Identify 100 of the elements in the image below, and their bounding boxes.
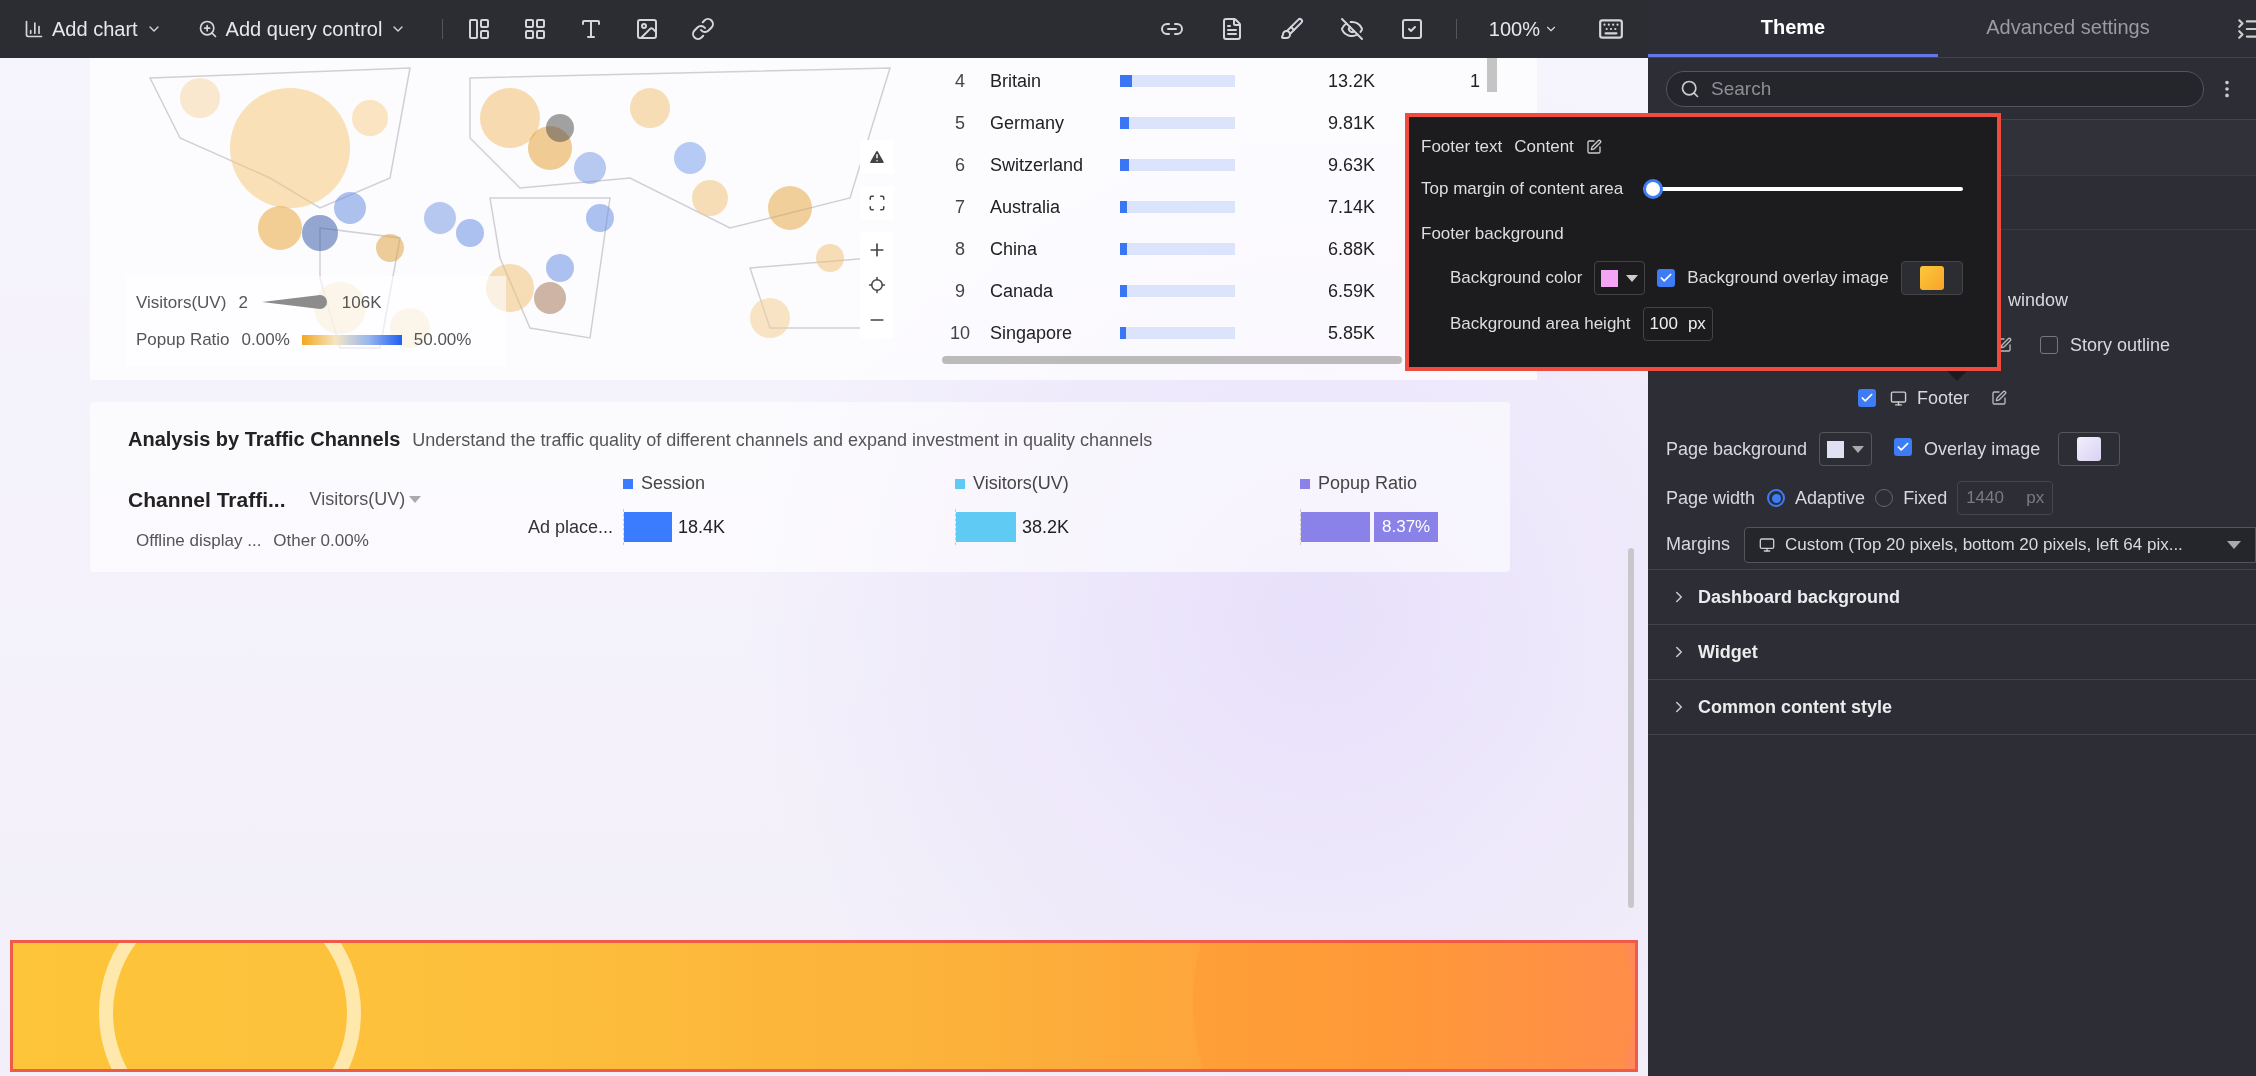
- checkbox[interactable]: [1657, 269, 1676, 287]
- pie-label: Offline display ...: [136, 529, 262, 552]
- checkbox[interactable]: [2040, 336, 2058, 354]
- toolbar-menu-button[interactable]: Add chart: [24, 14, 162, 44]
- value-cell-text: 9.63K: [1326, 153, 1375, 177]
- value-cell-text: 7.14K: [1326, 195, 1375, 219]
- slider-track[interactable]: [1643, 179, 1964, 199]
- image-icon[interactable]: [635, 17, 660, 41]
- height-input[interactable]: 100 px: [1642, 307, 1713, 341]
- value-cell-text: 6.59K: [1326, 279, 1375, 303]
- color-picker[interactable]: [1594, 261, 1646, 295]
- field-label: Footer text: [1421, 136, 1503, 159]
- rank-cell-text: 8: [954, 237, 966, 261]
- metric-dropdown[interactable]: Visitors(UV): [309, 486, 422, 514]
- keyboard-icon[interactable]: [1598, 16, 1624, 42]
- legend-label: Visitors(UV): [136, 291, 227, 314]
- country-cell-text: China: [990, 237, 1039, 261]
- rank-cell-text: 4: [954, 69, 966, 93]
- field-label: Margins: [1666, 533, 1731, 556]
- collapse-panel-icon[interactable]: [2236, 16, 2256, 42]
- caret-icon: [2227, 540, 2241, 549]
- panel-tab[interactable]: Theme: [1648, 0, 1938, 57]
- checkmark-icon: [1659, 271, 1674, 285]
- radio-label: Adaptive: [1795, 486, 1866, 510]
- field-label: Top margin of content area: [1421, 178, 1624, 201]
- field-label: Background color: [1450, 267, 1583, 290]
- legend-label: Popup Ratio: [136, 329, 230, 351]
- section-header[interactable]: Dashboard background: [1648, 570, 2256, 625]
- section-header[interactable]: Common content style: [1648, 680, 2256, 735]
- link-icon[interactable]: [691, 17, 716, 41]
- value-cell-text: 9.81K: [1326, 111, 1375, 135]
- radio-label: Fixed: [1903, 486, 1948, 510]
- caret-icon: [1626, 274, 1639, 282]
- legend-value: 50.00%: [413, 329, 472, 351]
- rank-cell-text: 10: [949, 321, 971, 345]
- checkmark-icon: [1860, 391, 1874, 405]
- table-cell-text: 1: [1470, 69, 1480, 93]
- zoom-in-icon: [197, 19, 218, 39]
- toolbar-menu-button[interactable]: Add query control: [197, 14, 407, 44]
- legend-label: Popup Ratio: [1318, 472, 1418, 495]
- monitor-icon: [1890, 389, 1907, 407]
- checkbox-label: Background overlay image: [1687, 267, 1889, 290]
- edit-icon[interactable]: [1991, 390, 2008, 406]
- bar-chart-icon: [24, 19, 44, 39]
- checkbox-label: Footer: [1917, 386, 1970, 410]
- brush-icon[interactable]: [1279, 17, 1304, 41]
- group-label: Footer background: [1421, 223, 1565, 246]
- caret-icon: [1852, 445, 1865, 453]
- bar-value: 18.4K: [678, 515, 726, 539]
- layout-icon[interactable]: [467, 17, 492, 41]
- country-cell-text: Britain: [990, 69, 1043, 93]
- section-subtitle: Understand the traffic quality of different channels and expand investment in quality channels: [412, 429, 1153, 452]
- country-cell-text: Australia: [990, 195, 1062, 219]
- field-label: Page width: [1666, 486, 1756, 510]
- image-thumbnail[interactable]: [1900, 261, 1963, 295]
- value-cell-text: 5.85K: [1326, 321, 1375, 345]
- chart-title: Channel Traffi...: [128, 487, 286, 513]
- country-cell-text: Canada: [990, 279, 1055, 303]
- zoom-dropdown[interactable]: 100%: [1488, 14, 1558, 44]
- legend-value: 2: [238, 291, 248, 314]
- option-label: window: [2008, 289, 2069, 312]
- bar-value: 38.2K: [1022, 515, 1070, 539]
- field-label: Background area height: [1450, 313, 1631, 336]
- legend-value: 106K: [341, 291, 382, 314]
- rank-cell-text: 5: [954, 111, 966, 135]
- margins-dropdown[interactable]: Custom (Top 20 pixels, bottom 20 pixels, left 64 pix...: [1744, 526, 2256, 563]
- country-cell-text: Germany: [990, 111, 1066, 135]
- slider-thumb[interactable]: [1643, 179, 1664, 199]
- value-cell-text: 13.2K: [1326, 69, 1375, 93]
- legend-label: Visitors(UV): [973, 472, 1069, 495]
- checkbox[interactable]: [1858, 389, 1876, 407]
- eye-off-icon[interactable]: [1339, 17, 1364, 41]
- legend-value: 0.00%: [241, 329, 290, 351]
- checkbox-label: Story outline: [2070, 333, 2171, 357]
- value-cell-text: 6.88K: [1326, 237, 1375, 261]
- locate-icon[interactable]: [868, 276, 886, 294]
- checkbox-label: Overlay image: [1924, 437, 2041, 461]
- checkbox-icon[interactable]: [1399, 17, 1424, 41]
- search-icon: [1680, 78, 1700, 99]
- rank-cell-text: 6: [954, 153, 966, 177]
- color-picker[interactable]: [1819, 432, 1873, 466]
- panel-tab[interactable]: Advanced settings: [1938, 0, 2198, 57]
- rank-cell-text: 7: [954, 195, 966, 219]
- pie-label: Other 0.00%: [273, 529, 369, 552]
- image-thumbnail[interactable]: [2058, 432, 2121, 466]
- section-title: Analysis by Traffic Channels: [128, 427, 401, 452]
- checkmark-icon: [1896, 440, 1911, 454]
- search-field[interactable]: Search: [1666, 70, 2204, 107]
- checkbox[interactable]: [1894, 438, 1913, 456]
- field-label: Page background: [1666, 437, 1808, 461]
- grid-icon[interactable]: [523, 17, 548, 41]
- country-cell-text: Switzerland: [990, 153, 1085, 177]
- field-value: Content: [1514, 136, 1574, 159]
- monitor-icon: [1759, 536, 1776, 553]
- edit-icon[interactable]: [1585, 139, 1602, 155]
- value-badge: 8.37%: [1374, 512, 1439, 542]
- section-header[interactable]: Widget: [1648, 625, 2256, 680]
- rank-cell-text: 9: [954, 279, 966, 303]
- country-cell-text: Singapore: [990, 321, 1074, 345]
- vertical-scrollbar: [1487, 58, 1497, 92]
